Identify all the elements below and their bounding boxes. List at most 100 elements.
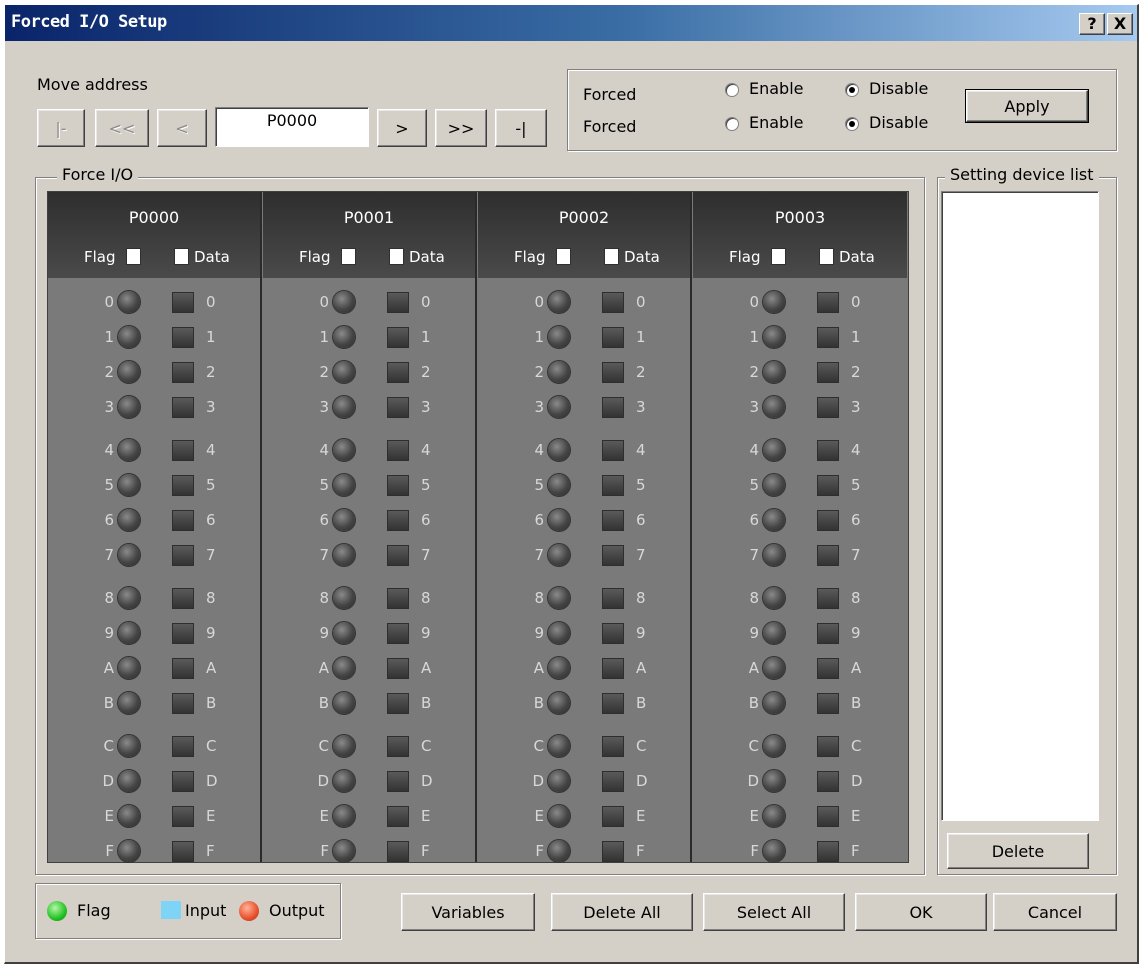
data-bit-toggle[interactable] bbox=[817, 736, 839, 757]
flag-led-toggle[interactable] bbox=[118, 326, 140, 348]
data-bit-toggle[interactable] bbox=[387, 841, 409, 862]
flag-led-toggle[interactable] bbox=[763, 361, 785, 383]
flag-led-toggle[interactable] bbox=[118, 735, 140, 757]
data-bit-toggle[interactable] bbox=[817, 693, 839, 714]
flag-led-toggle[interactable] bbox=[333, 840, 355, 862]
next-page-button[interactable]: >> bbox=[435, 109, 487, 147]
forced-row1-disable-radio[interactable] bbox=[845, 83, 859, 97]
data-bit-toggle[interactable] bbox=[602, 327, 624, 348]
flag-led-toggle[interactable] bbox=[118, 805, 140, 827]
data-bit-toggle[interactable] bbox=[602, 510, 624, 531]
flag-led-toggle[interactable] bbox=[333, 657, 355, 679]
flag-led-toggle[interactable] bbox=[333, 587, 355, 609]
flag-all-checkbox[interactable] bbox=[771, 248, 786, 265]
data-bit-toggle[interactable] bbox=[172, 588, 194, 609]
data-bit-toggle[interactable] bbox=[172, 327, 194, 348]
data-bit-toggle[interactable] bbox=[387, 771, 409, 792]
delete-all-button[interactable]: Delete All bbox=[551, 893, 693, 931]
data-bit-toggle[interactable] bbox=[387, 658, 409, 679]
flag-led-toggle[interactable] bbox=[763, 396, 785, 418]
flag-led-toggle[interactable] bbox=[118, 840, 140, 862]
flag-led-toggle[interactable] bbox=[118, 509, 140, 531]
flag-led-toggle[interactable] bbox=[763, 657, 785, 679]
first-address-button[interactable]: |- bbox=[37, 109, 85, 147]
flag-led-toggle[interactable] bbox=[333, 326, 355, 348]
data-bit-toggle[interactable] bbox=[602, 771, 624, 792]
flag-led-toggle[interactable] bbox=[118, 396, 140, 418]
flag-led-toggle[interactable] bbox=[763, 587, 785, 609]
data-bit-toggle[interactable] bbox=[602, 362, 624, 383]
data-bit-toggle[interactable] bbox=[387, 806, 409, 827]
flag-led-toggle[interactable] bbox=[118, 657, 140, 679]
flag-led-toggle[interactable] bbox=[763, 474, 785, 496]
next-address-button[interactable]: > bbox=[377, 109, 427, 147]
flag-led-toggle[interactable] bbox=[548, 692, 570, 714]
flag-led-toggle[interactable] bbox=[763, 840, 785, 862]
data-bit-toggle[interactable] bbox=[817, 588, 839, 609]
flag-led-toggle[interactable] bbox=[548, 439, 570, 461]
flag-led-toggle[interactable] bbox=[763, 509, 785, 531]
flag-led-toggle[interactable] bbox=[548, 326, 570, 348]
flag-led-toggle[interactable] bbox=[763, 735, 785, 757]
variables-button[interactable]: Variables bbox=[401, 893, 535, 931]
data-all-checkbox[interactable] bbox=[389, 248, 404, 265]
data-bit-toggle[interactable] bbox=[387, 693, 409, 714]
data-bit-toggle[interactable] bbox=[387, 623, 409, 644]
prev-address-button[interactable]: < bbox=[157, 109, 207, 147]
flag-led-toggle[interactable] bbox=[333, 361, 355, 383]
flag-led-toggle[interactable] bbox=[548, 509, 570, 531]
data-bit-toggle[interactable] bbox=[172, 658, 194, 679]
flag-led-toggle[interactable] bbox=[548, 474, 570, 496]
flag-led-toggle[interactable] bbox=[333, 544, 355, 566]
data-bit-toggle[interactable] bbox=[817, 510, 839, 531]
flag-led-toggle[interactable] bbox=[118, 622, 140, 644]
data-bit-toggle[interactable] bbox=[172, 545, 194, 566]
data-bit-toggle[interactable] bbox=[602, 623, 624, 644]
data-bit-toggle[interactable] bbox=[817, 623, 839, 644]
data-bit-toggle[interactable] bbox=[172, 362, 194, 383]
flag-led-toggle[interactable] bbox=[548, 396, 570, 418]
flag-led-toggle[interactable] bbox=[548, 735, 570, 757]
data-bit-toggle[interactable] bbox=[602, 440, 624, 461]
flag-led-toggle[interactable] bbox=[763, 805, 785, 827]
data-bit-toggle[interactable] bbox=[602, 693, 624, 714]
flag-led-toggle[interactable] bbox=[763, 291, 785, 313]
data-bit-toggle[interactable] bbox=[817, 806, 839, 827]
flag-led-toggle[interactable] bbox=[333, 692, 355, 714]
data-bit-toggle[interactable] bbox=[602, 397, 624, 418]
flag-led-toggle[interactable] bbox=[333, 439, 355, 461]
data-bit-toggle[interactable] bbox=[817, 545, 839, 566]
flag-led-toggle[interactable] bbox=[118, 439, 140, 461]
data-bit-toggle[interactable] bbox=[387, 475, 409, 496]
ok-button[interactable]: OK bbox=[855, 893, 987, 931]
data-bit-toggle[interactable] bbox=[172, 397, 194, 418]
data-bit-toggle[interactable] bbox=[817, 397, 839, 418]
flag-led-toggle[interactable] bbox=[333, 474, 355, 496]
apply-button[interactable]: Apply bbox=[965, 89, 1089, 123]
data-all-checkbox[interactable] bbox=[819, 248, 834, 265]
flag-all-checkbox[interactable] bbox=[341, 248, 356, 265]
flag-led-toggle[interactable] bbox=[333, 396, 355, 418]
forced-row2-enable-radio[interactable] bbox=[725, 117, 739, 131]
flag-led-toggle[interactable] bbox=[118, 474, 140, 496]
flag-led-toggle[interactable] bbox=[548, 770, 570, 792]
flag-led-toggle[interactable] bbox=[333, 291, 355, 313]
data-bit-toggle[interactable] bbox=[172, 771, 194, 792]
data-bit-toggle[interactable] bbox=[172, 475, 194, 496]
data-bit-toggle[interactable] bbox=[387, 588, 409, 609]
data-bit-toggle[interactable] bbox=[602, 292, 624, 313]
flag-all-checkbox[interactable] bbox=[126, 248, 141, 265]
data-bit-toggle[interactable] bbox=[172, 841, 194, 862]
flag-led-toggle[interactable] bbox=[118, 361, 140, 383]
data-all-checkbox[interactable] bbox=[174, 248, 189, 265]
address-input[interactable]: P0000 bbox=[215, 107, 369, 147]
flag-all-checkbox[interactable] bbox=[556, 248, 571, 265]
data-bit-toggle[interactable] bbox=[387, 362, 409, 383]
select-all-button[interactable]: Select All bbox=[703, 893, 845, 931]
flag-led-toggle[interactable] bbox=[333, 735, 355, 757]
forced-row2-disable-radio[interactable] bbox=[845, 117, 859, 131]
data-bit-toggle[interactable] bbox=[817, 327, 839, 348]
flag-led-toggle[interactable] bbox=[118, 770, 140, 792]
device-list-box[interactable] bbox=[941, 191, 1099, 821]
data-bit-toggle[interactable] bbox=[387, 397, 409, 418]
